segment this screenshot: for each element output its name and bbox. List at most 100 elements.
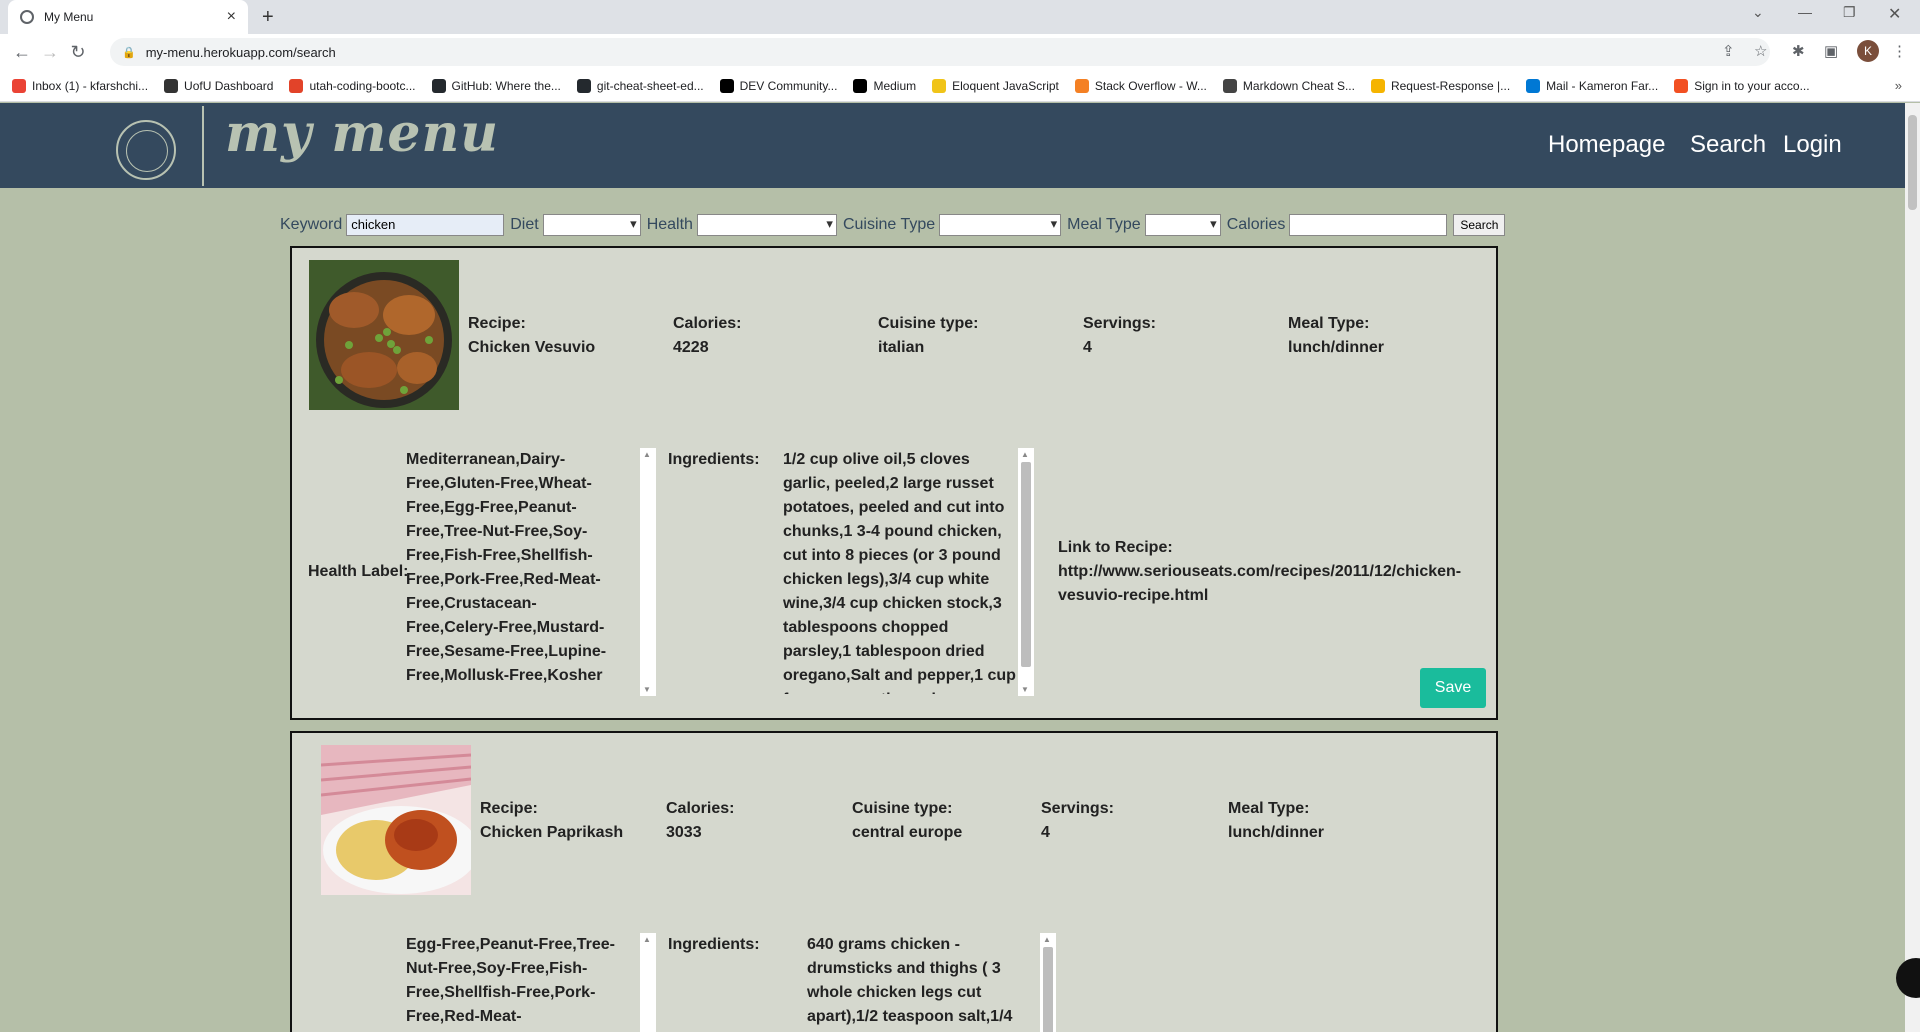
search-button[interactable]: Search (1453, 214, 1506, 236)
cuisine-block: Cuisine type: central europe (852, 797, 962, 845)
bookmark-label: utah-coding-bootc... (309, 78, 416, 93)
menu-kebab-icon[interactable]: ⋮ (1892, 42, 1907, 60)
bookmark-item[interactable]: utah-coding-bootc... (289, 78, 416, 93)
keyword-input[interactable]: chicken (346, 214, 505, 236)
bookmarks-overflow-icon[interactable]: » (1895, 78, 1902, 93)
ingredients-box[interactable]: 1/2 cup olive oil,5 cloves garlic, peele… (783, 448, 1019, 694)
health-label: Health Label: (308, 563, 409, 580)
recipe-card: Recipe: Chicken Paprikash Calories: 3033… (290, 731, 1498, 1032)
scroll-down-icon[interactable]: ▼ (643, 685, 651, 694)
browser-tab-bar: My Menu × + ⌄ — ❐ ✕ (0, 0, 1920, 34)
bookmark-item[interactable]: UofU Dashboard (164, 78, 274, 93)
bookmark-label: UofU Dashboard (184, 78, 274, 93)
scroll-down-icon[interactable]: ▼ (1021, 685, 1029, 694)
scroll-up-icon[interactable]: ▲ (643, 935, 651, 944)
side-panel-icon[interactable]: ▣ (1824, 42, 1838, 60)
meal-type-label: Meal Type (1067, 216, 1141, 233)
health-label: Health (646, 216, 693, 233)
page-scrollbar[interactable] (1905, 103, 1920, 1032)
forward-icon[interactable]: → (36, 42, 64, 63)
tab-title: My Menu (44, 10, 94, 24)
bookmark-item[interactable]: Inbox (1) - kfarshchi... (12, 78, 148, 93)
bookmark-item[interactable]: git-cheat-sheet-ed... (576, 78, 704, 93)
health-select[interactable] (696, 214, 837, 236)
ingredients-scrollbar[interactable]: ▲ ▼ (1018, 448, 1034, 696)
recipe-link-block: Link to Recipe: http://www.seriouseats.c… (1058, 536, 1478, 608)
cuisine-label: Cuisine type: (878, 315, 979, 332)
link-label: Link to Recipe: (1058, 539, 1173, 556)
nav-homepage[interactable]: Homepage (1548, 131, 1665, 159)
window-close-icon[interactable]: ✕ (1888, 4, 1901, 24)
meal-type-block: Meal Type: lunch/dinner (1288, 312, 1384, 360)
scroll-up-icon[interactable]: ▲ (1021, 450, 1029, 459)
bookmark-item[interactable]: Mail - Kameron Far... (1526, 78, 1659, 93)
calories-value: 3033 (666, 824, 702, 841)
bookmark-favicon-icon (289, 78, 304, 93)
bookmark-label: Medium (873, 78, 917, 93)
tab-search-icon[interactable]: ⌄ (1752, 4, 1764, 21)
recipe-name-block: Recipe: Chicken Paprikash (480, 797, 623, 845)
bookmark-favicon-icon (576, 78, 591, 93)
floating-action-icon[interactable] (1896, 958, 1920, 998)
bookmark-item[interactable]: Eloquent JavaScript (932, 78, 1059, 93)
scroll-up-icon[interactable]: ▲ (1043, 935, 1051, 944)
diet-select[interactable] (542, 214, 641, 236)
meal-type-value: lunch/dinner (1228, 824, 1324, 841)
servings-value: 4 (1083, 339, 1092, 356)
cuisine-label: Cuisine type: (852, 800, 953, 817)
address-bar[interactable]: 🔒 my-menu.herokuapp.com/search (110, 38, 1770, 66)
servings-block: Servings: 4 (1083, 312, 1156, 360)
url-text: my-menu.herokuapp.com/search (145, 44, 336, 60)
cuisine-type-select[interactable] (939, 214, 1062, 236)
bookmark-item[interactable]: DEV Community... (719, 78, 837, 93)
page-scroll-thumb[interactable] (1908, 115, 1917, 210)
keyword-label: Keyword (280, 216, 343, 233)
health-labels-box[interactable]: Mediterranean,Dairy-Free,Gluten-Free,Whe… (406, 448, 628, 690)
reload-icon[interactable]: ↻ (64, 42, 92, 63)
bookmark-item[interactable]: Request-Response |... (1370, 78, 1510, 93)
ingredients-scrollbar[interactable]: ▲ (1040, 933, 1056, 1032)
globe-icon (20, 10, 34, 24)
bookmark-star-icon[interactable]: ☆ (1754, 42, 1767, 60)
extensions-icon[interactable]: ✱ (1792, 42, 1805, 60)
calories-input[interactable] (1289, 214, 1448, 236)
nav-login[interactable]: Login (1783, 131, 1842, 159)
nav-search[interactable]: Search (1690, 131, 1766, 159)
calories-block: Calories: 4228 (673, 312, 741, 360)
bookmark-label: Eloquent JavaScript (952, 78, 1059, 93)
servings-value: 4 (1041, 824, 1050, 841)
cuisine-value: central europe (852, 824, 963, 841)
bookmark-item[interactable]: Medium (853, 78, 917, 93)
recipe-label: Recipe: (468, 315, 526, 332)
bookmark-item[interactable]: Markdown Cheat S... (1222, 78, 1355, 93)
health-scrollbar[interactable]: ▲ ▼ (640, 448, 656, 696)
back-icon[interactable]: ← (8, 42, 36, 63)
profile-avatar[interactable]: K (1857, 40, 1879, 62)
health-labels-box[interactable]: Egg-Free,Peanut-Free,Tree-Nut-Free,Soy-F… (406, 933, 628, 1032)
minimize-icon[interactable]: — (1798, 4, 1812, 20)
browser-tab[interactable]: My Menu × (8, 0, 248, 34)
logo-emblem-icon[interactable] (116, 120, 176, 180)
site-logo-text[interactable]: my menu (225, 103, 499, 164)
close-tab-icon[interactable]: × (227, 8, 236, 26)
scroll-up-icon[interactable]: ▲ (643, 450, 651, 459)
ingredients-label: Ingredients: (668, 936, 760, 953)
bookmark-label: Mail - Kameron Far... (1546, 78, 1659, 93)
bookmark-item[interactable]: Stack Overflow - W... (1074, 78, 1207, 93)
bookmark-favicon-icon (1526, 78, 1541, 93)
scroll-thumb[interactable] (1043, 947, 1053, 1032)
cuisine-type-label: Cuisine Type (842, 216, 936, 233)
save-button[interactable]: Save (1420, 668, 1486, 708)
servings-label: Servings: (1041, 800, 1114, 817)
restore-icon[interactable]: ❐ (1843, 4, 1856, 21)
scroll-thumb[interactable] (1021, 462, 1031, 667)
bookmark-item[interactable]: GitHub: Where the... (431, 78, 561, 93)
share-icon[interactable]: ⇪ (1722, 42, 1735, 60)
recipe-link[interactable]: http://www.seriouseats.com/recipes/2011/… (1058, 560, 1478, 608)
diet-label: Diet (510, 216, 539, 233)
health-scrollbar[interactable]: ▲ (640, 933, 656, 1032)
new-tab-icon[interactable]: + (262, 6, 274, 29)
bookmark-item[interactable]: Sign in to your acco... (1674, 78, 1810, 93)
meal-type-select[interactable] (1144, 214, 1221, 236)
ingredients-box[interactable]: 640 grams chicken - drumsticks and thigh… (807, 933, 1043, 1032)
